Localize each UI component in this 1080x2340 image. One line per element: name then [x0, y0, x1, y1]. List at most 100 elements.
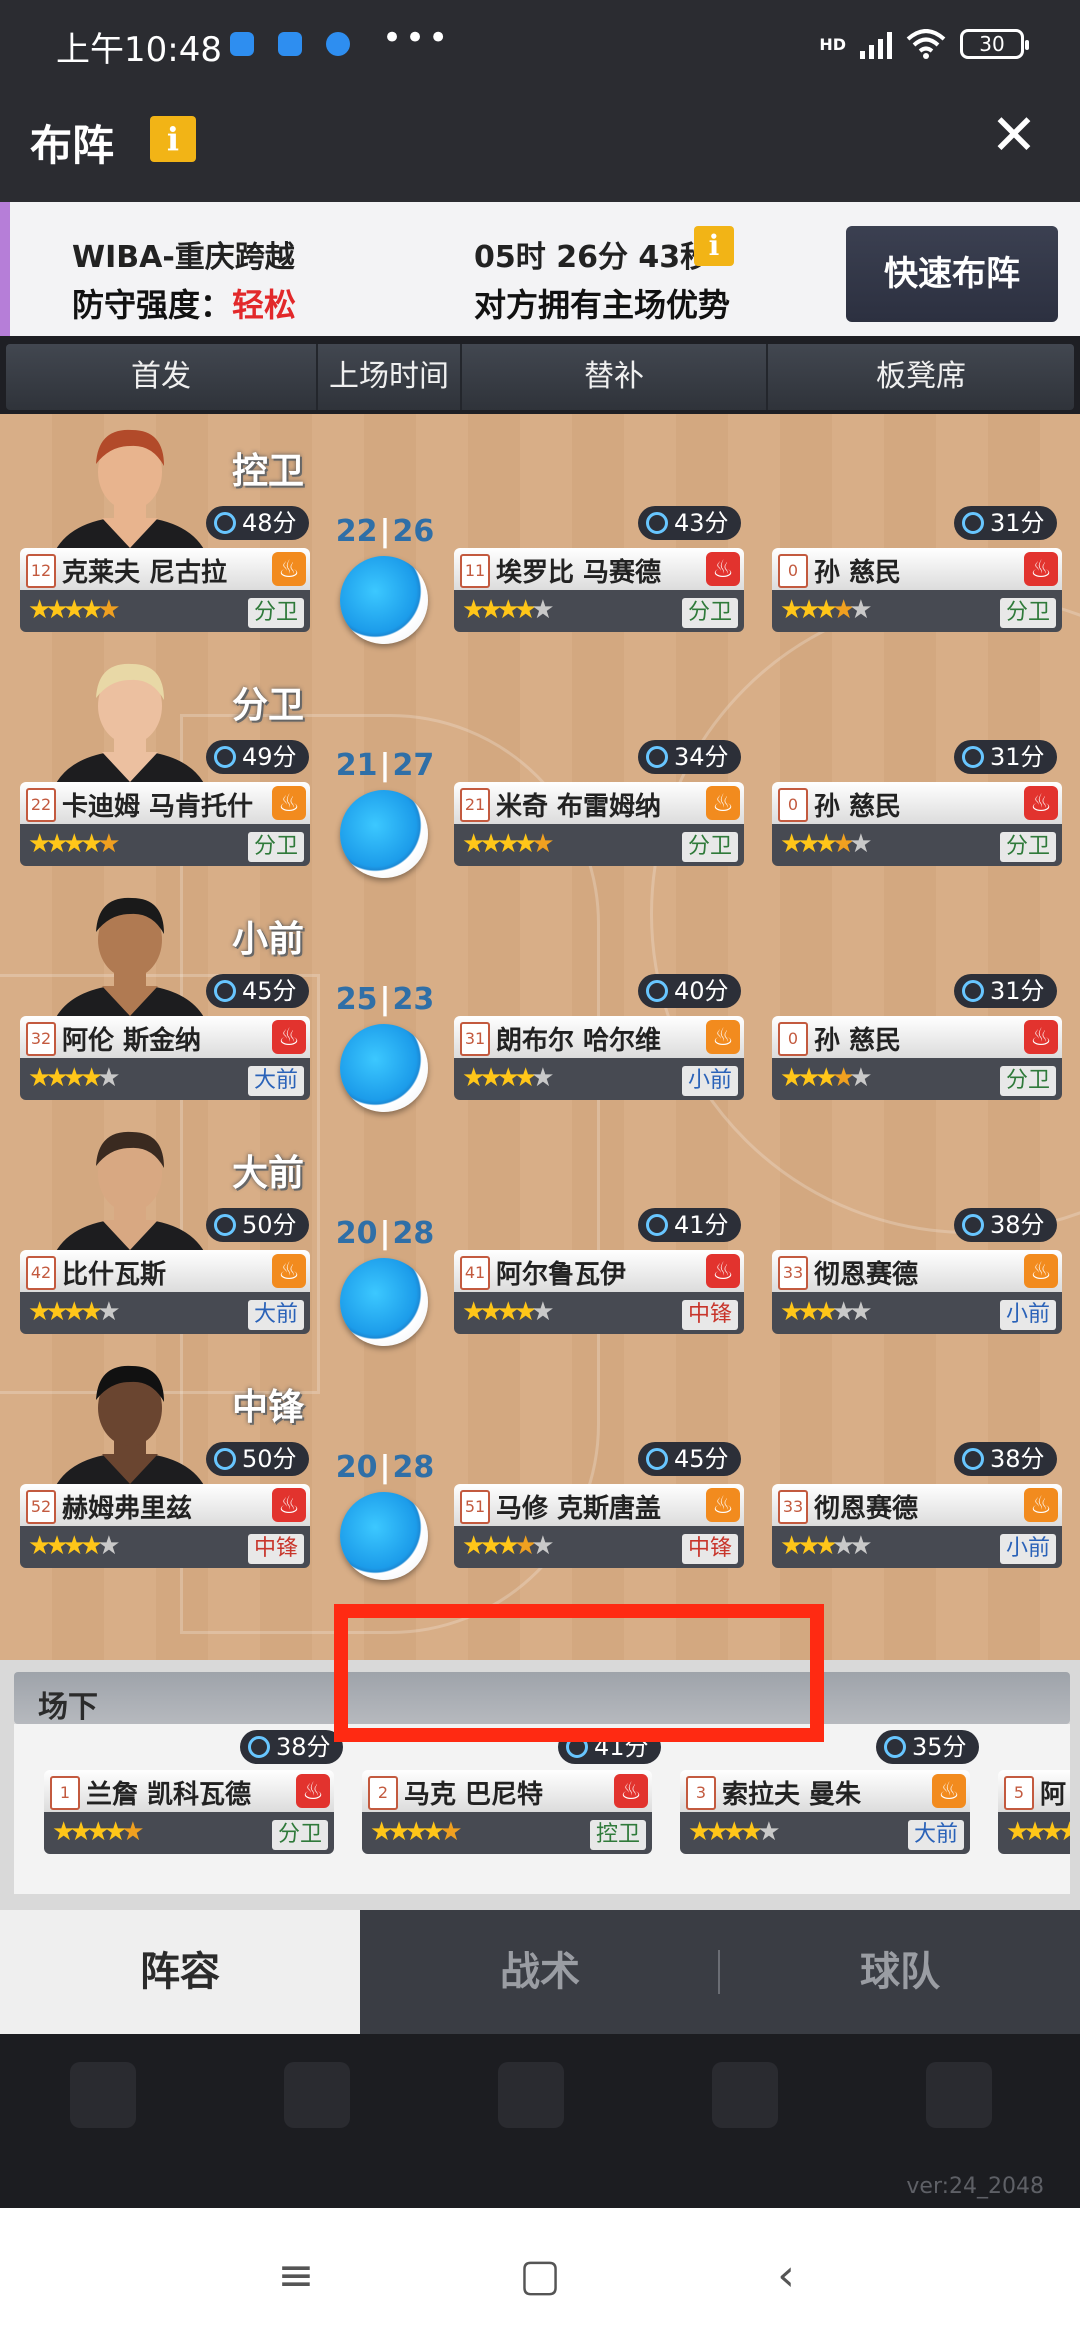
player-card[interactable]: 2 马克 巴尼特 ♨ ★★★★★ 控卫: [362, 1770, 652, 1856]
game-menu-icon: [712, 2062, 778, 2128]
player-card[interactable]: 0孙 慈民 ♨ ★★★★★ 分卫: [772, 782, 1062, 868]
playtime-adjust-button[interactable]: [340, 790, 428, 878]
jersey-number: 5: [1004, 1776, 1034, 1810]
info-icon[interactable]: i: [694, 226, 734, 266]
quick-lineup-button[interactable]: 快速布阵: [846, 226, 1058, 322]
network-type: HD: [819, 34, 846, 54]
playtime-value: 50分: [242, 1445, 297, 1473]
position-badge: 中锋: [681, 1300, 738, 1330]
position-badge: 分卫: [999, 598, 1056, 628]
star-icon: ★: [28, 595, 51, 625]
rating-stars: ★★★★★: [1006, 1817, 1070, 1847]
home-icon[interactable]: ▢: [510, 2246, 570, 2306]
close-icon[interactable]: ✕: [984, 106, 1044, 166]
status-time: 上午10:48: [56, 30, 222, 70]
player-name: 埃罗比 马赛德: [496, 558, 662, 588]
player-card[interactable]: 41 阿尔鲁瓦伊 ♨ ★★★★★ 中锋: [454, 1250, 744, 1336]
star-icon: ★: [513, 1063, 537, 1093]
playtime-adjust-button[interactable]: [340, 1258, 428, 1346]
player-name: 马修 克斯唐盖: [496, 1494, 662, 1524]
match-countdown: 05时 26分 43秒: [474, 240, 711, 275]
player-card[interactable]: 11 埃罗比 马赛德 ♨ ★★★★★ 分卫: [454, 548, 744, 634]
defense-strength: 防守强度：轻松: [72, 280, 296, 326]
position-badge: 中锋: [247, 1534, 304, 1564]
jersey-number: 41: [460, 1256, 490, 1290]
star-icon: ★: [62, 595, 86, 625]
star-icon: ★: [849, 1297, 872, 1327]
clock-icon: [646, 1448, 668, 1470]
menu-icon[interactable]: ≡: [266, 2246, 326, 2306]
player-card[interactable]: 5阿♨★★★★★: [998, 1770, 1070, 1856]
star-icon: ★: [780, 595, 803, 625]
fire-icon: ♨: [1024, 1254, 1058, 1288]
player-card[interactable]: 33 彻恩赛德 ♨ ★★★★★ 小前: [772, 1250, 1062, 1336]
star-icon: ★: [780, 1297, 803, 1327]
star-icon: ★: [513, 1297, 537, 1327]
position-badge: 控卫: [589, 1820, 646, 1850]
court-line: [650, 594, 1080, 1234]
star-icon: ★: [52, 1817, 75, 1847]
star-icon: ★: [780, 1063, 803, 1093]
status-bar: 上午10:48 ••• HD 30: [0, 0, 1080, 76]
star-icon: ★: [780, 1531, 803, 1561]
playtime-adjust-button[interactable]: [340, 556, 428, 644]
defense-label: 防守强度：: [72, 286, 233, 324]
clock-icon: [962, 512, 984, 534]
star-icon: ★: [1040, 1817, 1064, 1847]
playtime-adjust-button[interactable]: [340, 1024, 428, 1112]
lineup-column-header: 首发 上场时间 替补 板凳席: [6, 344, 1074, 410]
position-badge: 大前: [907, 1820, 964, 1850]
player-card[interactable]: 3 索拉夫 曼朱 ♨ ★★★★★ 大前: [680, 1770, 970, 1856]
fire-icon: ♨: [1024, 786, 1058, 820]
rating-stars: ★★★★★: [462, 829, 555, 859]
player-card[interactable]: 33 彻恩赛德 ♨ ★★★★★ 小前: [772, 1484, 1062, 1570]
star-icon: ★: [797, 1063, 820, 1093]
player-name: 孙 慈民: [814, 792, 902, 822]
jersey-number: 32: [26, 1022, 56, 1056]
back-icon[interactable]: ‹: [756, 2246, 816, 2306]
tab-tactics-label: 战术: [500, 1949, 580, 1995]
player-card[interactable]: 42 比什瓦斯 ♨ ★★★★★ 大前: [20, 1250, 310, 1336]
star-icon: ★: [79, 829, 103, 859]
bench-player-list[interactable]: 38分 1 兰詹 凯科瓦德 ♨ ★★★★★ 分卫 41分 2 马克 巴尼特 ♨ ★★★★★ 控卫 35分…: [14, 1724, 1070, 1894]
star-icon: ★: [86, 1817, 110, 1847]
fire-icon: ♨: [706, 552, 740, 586]
tab-tactics[interactable]: 战术: [360, 1910, 720, 2034]
player-card[interactable]: 22 卡迪姆 马肯托什 ♨ ★★★★★ 分卫: [20, 782, 310, 868]
playtime-sub: 28: [392, 1216, 435, 1251]
player-card[interactable]: 52 赫姆弗里兹 ♨ ★★★★★ 中锋: [20, 1484, 310, 1570]
playtime-split: 21|27: [330, 748, 440, 783]
player-card[interactable]: 51 马修 克斯唐盖 ♨ ★★★★★ 中锋: [454, 1484, 744, 1570]
star-icon: ★: [1023, 1817, 1046, 1847]
playtime-adjust-button[interactable]: [340, 1492, 428, 1580]
clock-icon: [884, 1736, 906, 1758]
star-icon: ★: [688, 1817, 711, 1847]
star-icon: ★: [45, 1531, 68, 1561]
playtime-value: 41分: [674, 1211, 729, 1239]
player-card[interactable]: 32 阿伦 斯金纳 ♨ ★★★★★ 大前: [20, 1016, 310, 1102]
tab-lineup[interactable]: 阵容: [0, 1910, 360, 2034]
app-notification-icon: [230, 32, 254, 56]
info-icon[interactable]: i: [150, 116, 196, 162]
jersey-number: 1: [50, 1776, 80, 1810]
position-badge: 分卫: [999, 832, 1056, 862]
player-card[interactable]: 12 克莱夫 尼古拉 ♨ ★★★★★ 分卫: [20, 548, 310, 634]
player-name: 索拉夫 曼朱: [722, 1780, 862, 1810]
rating-stars: ★★★★★: [28, 595, 121, 625]
tab-team[interactable]: 球队: [720, 1910, 1080, 2034]
playtime-value: 31分: [990, 509, 1045, 537]
game-nav-background: ver:24_2048: [0, 2034, 1080, 2208]
player-card[interactable]: 21 米奇 布雷姆纳 ♨ ★★★★★ 分卫: [454, 782, 744, 868]
star-icon: ★: [814, 1531, 838, 1561]
fire-icon: ♨: [1024, 1488, 1058, 1522]
player-card[interactable]: 0孙 慈民 ♨ ★★★★★ 分卫: [772, 1016, 1062, 1102]
playtime-chip: 45分: [638, 1442, 741, 1476]
star-icon: ★: [370, 1817, 393, 1847]
player-card[interactable]: 0孙 慈民 ♨ ★★★★★ 分卫: [772, 548, 1062, 634]
player-card[interactable]: 1 兰詹 凯科瓦德 ♨ ★★★★★ 分卫: [44, 1770, 334, 1856]
player-card[interactable]: 31 朗布尔 哈尔维 ♨ ★★★★★ 小前: [454, 1016, 744, 1102]
playtime-chip: 38分: [954, 1208, 1057, 1242]
fire-icon: ♨: [614, 1774, 648, 1808]
position-badge: 大前: [247, 1300, 304, 1330]
tab-lineup-label: 阵容: [140, 1949, 220, 1995]
